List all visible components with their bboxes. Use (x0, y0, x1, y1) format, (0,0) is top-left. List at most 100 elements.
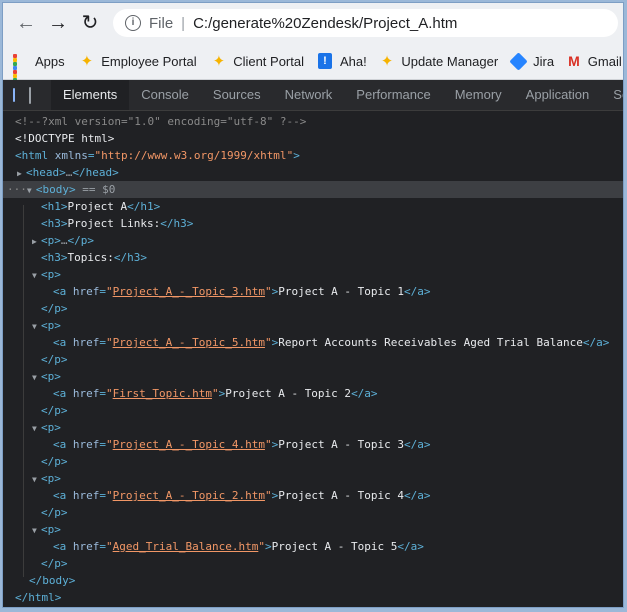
browser-window: ← → ↻ i File | C:/generate%20Zendesk/Pro… (2, 2, 624, 608)
xmlns-value: http://www.w3.org/1999/xhtml (101, 149, 287, 162)
bookmark-label: Update Manager (401, 53, 499, 69)
bookmark-label: Jira (533, 53, 555, 69)
dom-node-p-close[interactable]: </p> (41, 504, 623, 521)
dom-node-a[interactable]: <a href="Aged_Trial_Balance.htm">Project… (53, 538, 623, 555)
collapse-arrow-icon[interactable]: ▼ (32, 369, 41, 386)
bookmark-label: Gmail (587, 53, 622, 69)
dom-node-a[interactable]: <a href="First_Topic.htm">Project A - To… (53, 385, 623, 402)
bookmark-update-manager[interactable]: ✦ Update Manager (381, 52, 498, 70)
href-link[interactable]: Project_A_-_Topic_2.htm (113, 489, 265, 502)
bookmark-apps[interactable]: Apps (13, 53, 65, 90)
url-text[interactable]: C:/generate%20Zendesk/Project_A.htm (193, 15, 457, 32)
collapse-arrow-icon[interactable]: ▼ (27, 182, 36, 199)
h1-text: Project A (67, 200, 128, 213)
anchor-text: Project A - Topic 3 (278, 438, 405, 451)
back-arrow-icon[interactable]: ← (15, 12, 37, 34)
dom-node-h3-topics[interactable]: <h3>Topics:</h3> (41, 249, 623, 266)
anchor-text: Project A - Topic 2 (225, 387, 352, 400)
bookmark-gmail[interactable]: M Gmail (568, 53, 622, 69)
collapse-arrow-icon[interactable]: ▼ (32, 471, 41, 488)
href-link[interactable]: Project_A_-_Topic_5.htm (113, 336, 265, 349)
doctype-text: <!DOCTYPE html> (15, 132, 115, 145)
dom-node-h3-links[interactable]: <h3>Project Links:</h3> (41, 215, 623, 232)
gmail-icon: M (568, 53, 580, 69)
aha-icon: ! (318, 53, 332, 69)
reload-icon[interactable]: ↻ (79, 12, 101, 34)
expand-arrow-icon[interactable]: ▶ (32, 233, 41, 250)
collapsed-ellipsis[interactable]: … (61, 234, 68, 247)
bookmark-jira[interactable]: Jira (509, 51, 555, 71)
tab-sources[interactable]: Sources (201, 80, 273, 110)
anchor-text: Project A - Topic 4 (278, 489, 405, 502)
dom-node-p[interactable]: ▼ <p> (32, 317, 623, 335)
h3-text: Topics: (67, 251, 114, 264)
device-toolbar-icon[interactable] (29, 86, 31, 104)
dom-node-doctype[interactable]: <!DOCTYPE html> (15, 130, 623, 147)
collapse-arrow-icon[interactable]: ▼ (32, 267, 41, 284)
selected-node-marker: == $0 (82, 183, 116, 196)
dom-node-head[interactable]: ▶ <head>…</head> (17, 164, 623, 182)
collapse-arrow-icon[interactable]: ▼ (32, 522, 41, 539)
dom-node-p-close[interactable]: </p> (41, 402, 623, 419)
dom-node-html-close[interactable]: </html> (15, 589, 623, 606)
dom-node-p[interactable]: ▼ <p> (32, 368, 623, 386)
dom-node-p-collapsed[interactable]: ▶ <p>…</p> (32, 232, 623, 250)
dom-node-p[interactable]: ▼ <p> (32, 266, 623, 284)
href-link[interactable]: Project_A_-_Topic_4.htm (113, 438, 265, 451)
dom-node-p[interactable]: ▼ <p> (32, 521, 623, 539)
collapse-arrow-icon[interactable]: ▼ (32, 318, 41, 335)
forward-arrow-icon[interactable]: → (47, 12, 69, 34)
url-separator: | (181, 14, 186, 32)
dom-node-a[interactable]: <a href="Project_A_-_Topic_3.htm">Projec… (53, 283, 623, 300)
collapse-arrow-icon[interactable]: ▼ (32, 420, 41, 437)
dom-node-html[interactable]: <html xmlns="http://www.w3.org/1999/xhtm… (15, 147, 623, 164)
anchor-text: Project A - Topic 1 (278, 285, 405, 298)
star-icon: ✦ (380, 53, 394, 70)
tab-elements[interactable]: Elements (51, 80, 130, 110)
dom-node-p-close[interactable]: </p> (41, 453, 623, 470)
star-icon: ✦ (212, 53, 226, 70)
dom-node-xml-comment[interactable]: <!--?xml version="1.0" encoding="utf-8" … (15, 113, 623, 130)
inspect-element-icon[interactable] (13, 88, 15, 102)
bookmark-client-portal[interactable]: ✦ Client Portal (213, 52, 304, 70)
bookmark-label: Employee Portal (101, 53, 197, 69)
anchor-text: Report Accounts Receivables Aged Trial B… (278, 336, 583, 349)
h3-text: Project Links: (67, 217, 161, 230)
bookmark-employee-portal[interactable]: ✦ Employee Portal (81, 52, 197, 70)
bookmark-aha[interactable]: ! Aha! (318, 53, 367, 69)
devtools-tab-bar: Elements Console Sources Network Perform… (3, 80, 623, 111)
dom-node-a[interactable]: <a href="Project_A_-_Topic_5.htm">Report… (53, 334, 623, 351)
dom-node-p-close[interactable]: </p> (41, 351, 623, 368)
tab-memory[interactable]: Memory (443, 80, 514, 110)
dom-node-a[interactable]: <a href="Project_A_-_Topic_4.htm">Projec… (53, 436, 623, 453)
bookmark-label: Client Portal (233, 53, 304, 69)
dom-node-h1[interactable]: <h1>Project A</h1> (41, 198, 623, 215)
bookmark-label: Apps (35, 53, 65, 69)
browser-toolbar: ← → ↻ i File | C:/generate%20Zendesk/Pro… (3, 3, 623, 43)
dom-node-p[interactable]: ▼ <p> (32, 419, 623, 437)
tab-console[interactable]: Console (129, 80, 201, 110)
info-icon[interactable]: i (125, 15, 141, 31)
dom-node-p-close[interactable]: </p> (41, 555, 623, 572)
address-bar[interactable]: i File | C:/generate%20Zendesk/Project_A… (113, 9, 618, 37)
more-dots-icon[interactable]: ··· (7, 183, 27, 196)
dom-node-p[interactable]: ▼ <p> (32, 470, 623, 488)
tab-application[interactable]: Application (514, 80, 602, 110)
dom-tree: <!--?xml version="1.0" encoding="utf-8" … (3, 111, 623, 607)
href-link[interactable]: Project_A_-_Topic_3.htm (113, 285, 265, 298)
tab-network[interactable]: Network (273, 80, 345, 110)
star-icon: ✦ (80, 53, 94, 70)
dom-node-a[interactable]: <a href="Project_A_-_Topic_2.htm">Projec… (53, 487, 623, 504)
dom-node-body-close[interactable]: </body> (29, 572, 623, 589)
tab-performance[interactable]: Performance (344, 80, 442, 110)
anchor-text: Project A - Topic 5 (271, 540, 398, 553)
jira-icon (509, 51, 528, 71)
tab-security[interactable]: Secu (601, 80, 623, 110)
href-link[interactable]: Aged_Trial_Balance.htm (113, 540, 259, 553)
tree-guide (23, 205, 24, 577)
href-link[interactable]: First_Topic.htm (113, 387, 212, 400)
dom-node-p-close[interactable]: </p> (41, 300, 623, 317)
expand-arrow-icon[interactable]: ▶ (17, 165, 26, 182)
comment-text: <!--?xml version="1.0" encoding="utf-8" … (15, 115, 307, 128)
dom-node-body[interactable]: ···▼ <body> == $0 (3, 181, 623, 198)
